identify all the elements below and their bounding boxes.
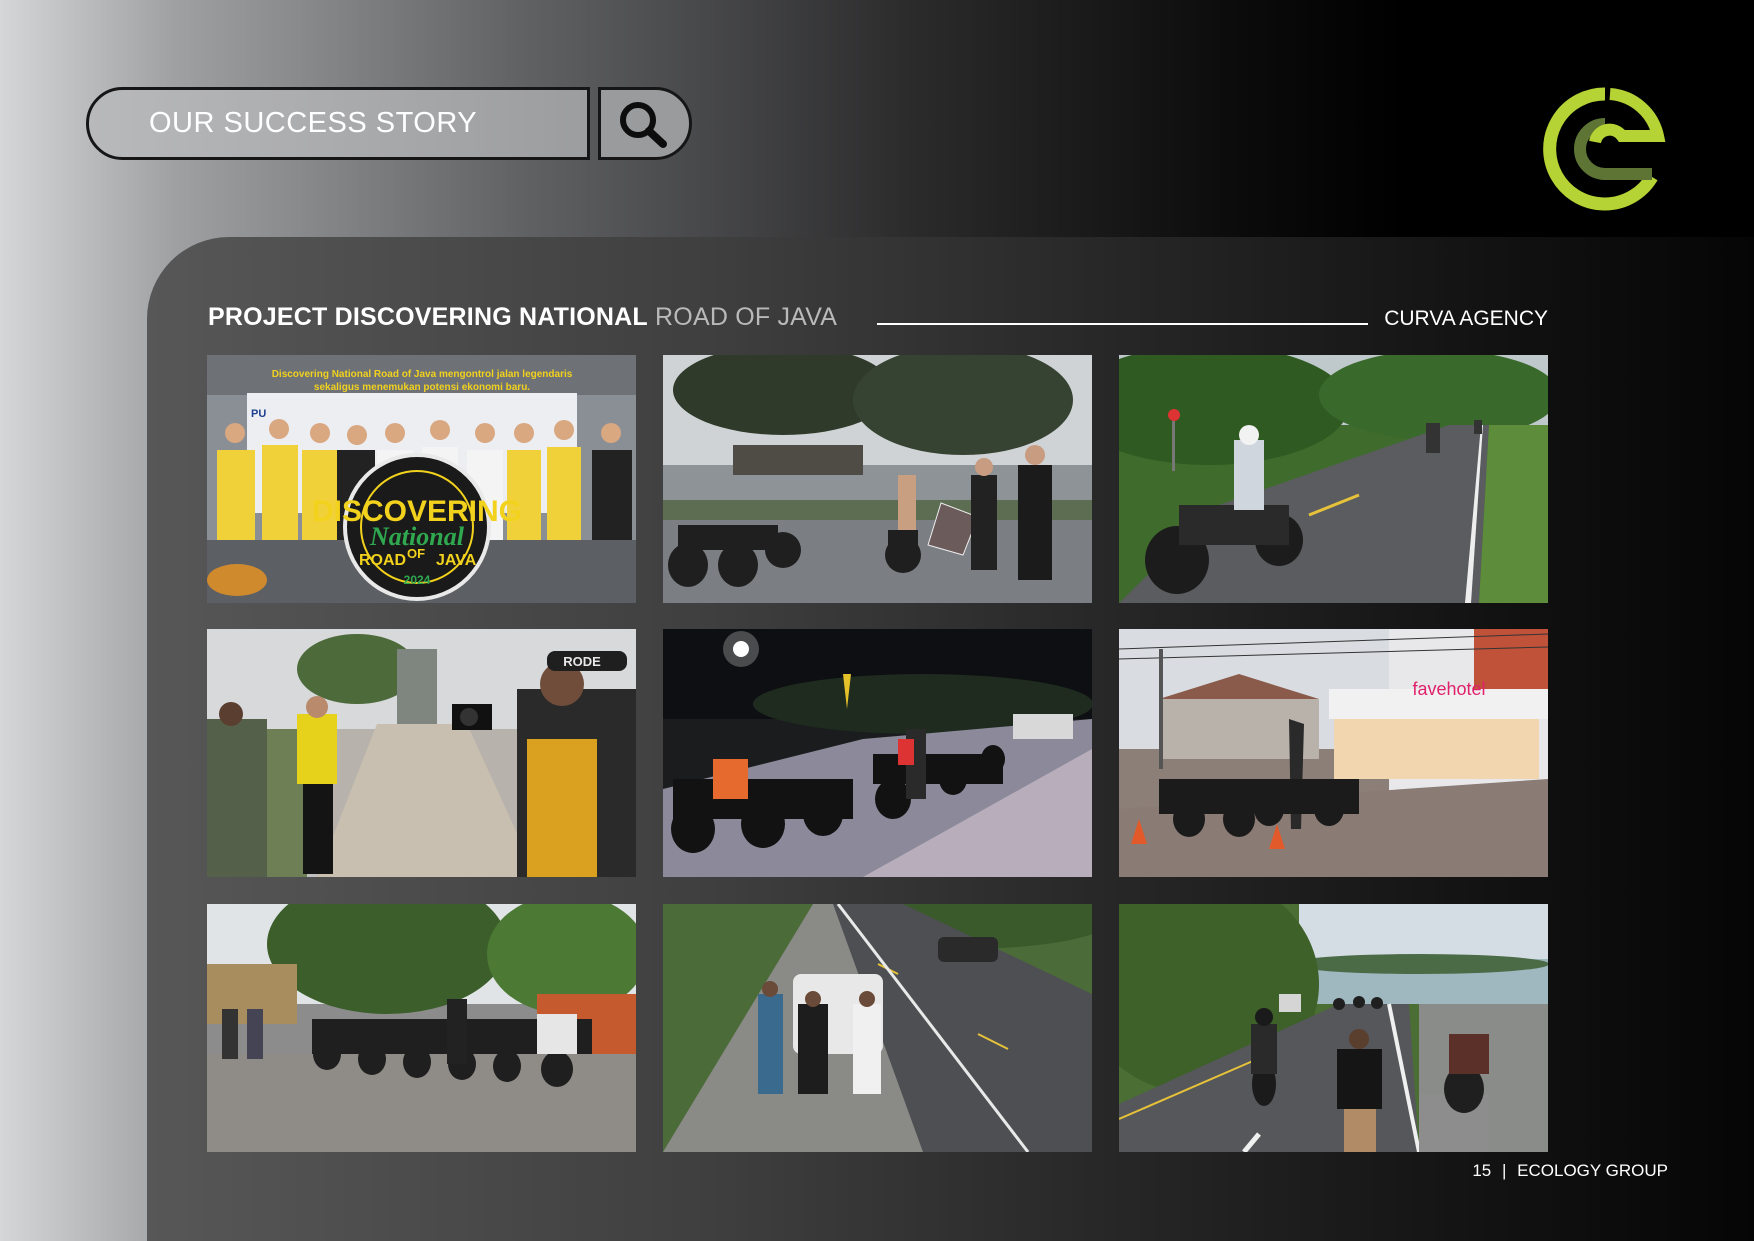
project-title-bold: PROJECT DISCOVERING NATIONAL [208, 303, 648, 331]
photo1-emblem-java: JAVA [436, 552, 477, 569]
page-number: 15 [1472, 1161, 1492, 1180]
photo1-backdrop-logo: PU [251, 408, 266, 420]
photo-roadside[interactable] [663, 904, 1092, 1152]
photo1-emblem-road: ROAD [359, 552, 406, 569]
page-footer: 15 | ECOLOGY GROUP [1440, 1159, 1668, 1183]
photo1-caption-line2: sekaligus menemukan potensi ekonomi baru… [314, 382, 530, 393]
search-button[interactable] [598, 87, 692, 160]
project-title-light: ROAD OF JAVA [655, 303, 838, 331]
ecology-logo-icon [1543, 87, 1666, 211]
project-title: PROJECT DISCOVERING NATIONAL ROAD OF JAV… [208, 300, 837, 334]
search-bar-label: OUR SUCCESS STORY [149, 107, 478, 139]
photo-road-ride[interactable] [1119, 355, 1548, 603]
photo4-mic-brand: RODE [563, 654, 601, 669]
photo-press-event[interactable]: Discovering National Road of Java mengon… [207, 355, 636, 603]
search-bar[interactable]: OUR SUCCESS STORY [86, 87, 590, 160]
photo1-emblem-of: OF [407, 546, 425, 561]
photo6-hotel-sign: favehotel [1412, 679, 1485, 699]
photo-hotel-stop[interactable]: favehotel [1119, 629, 1548, 877]
photo-flag-off[interactable] [663, 355, 1092, 603]
photo1-caption-line1: Discovering National Road of Java mengon… [272, 369, 573, 380]
photo-coastal-road[interactable] [1119, 904, 1548, 1152]
photo1-emblem-year: 2024 [404, 573, 431, 587]
photo-night-gathering[interactable] [663, 629, 1092, 877]
search-icon [620, 102, 667, 148]
title-divider [877, 323, 1368, 325]
footer-separator: | [1502, 1161, 1507, 1180]
agency-label: CURVA AGENCY [1384, 307, 1548, 330]
company-name: ECOLOGY GROUP [1517, 1161, 1668, 1180]
photo-interview[interactable]: RODE [207, 629, 636, 877]
photo-rest-stop[interactable] [207, 904, 636, 1152]
